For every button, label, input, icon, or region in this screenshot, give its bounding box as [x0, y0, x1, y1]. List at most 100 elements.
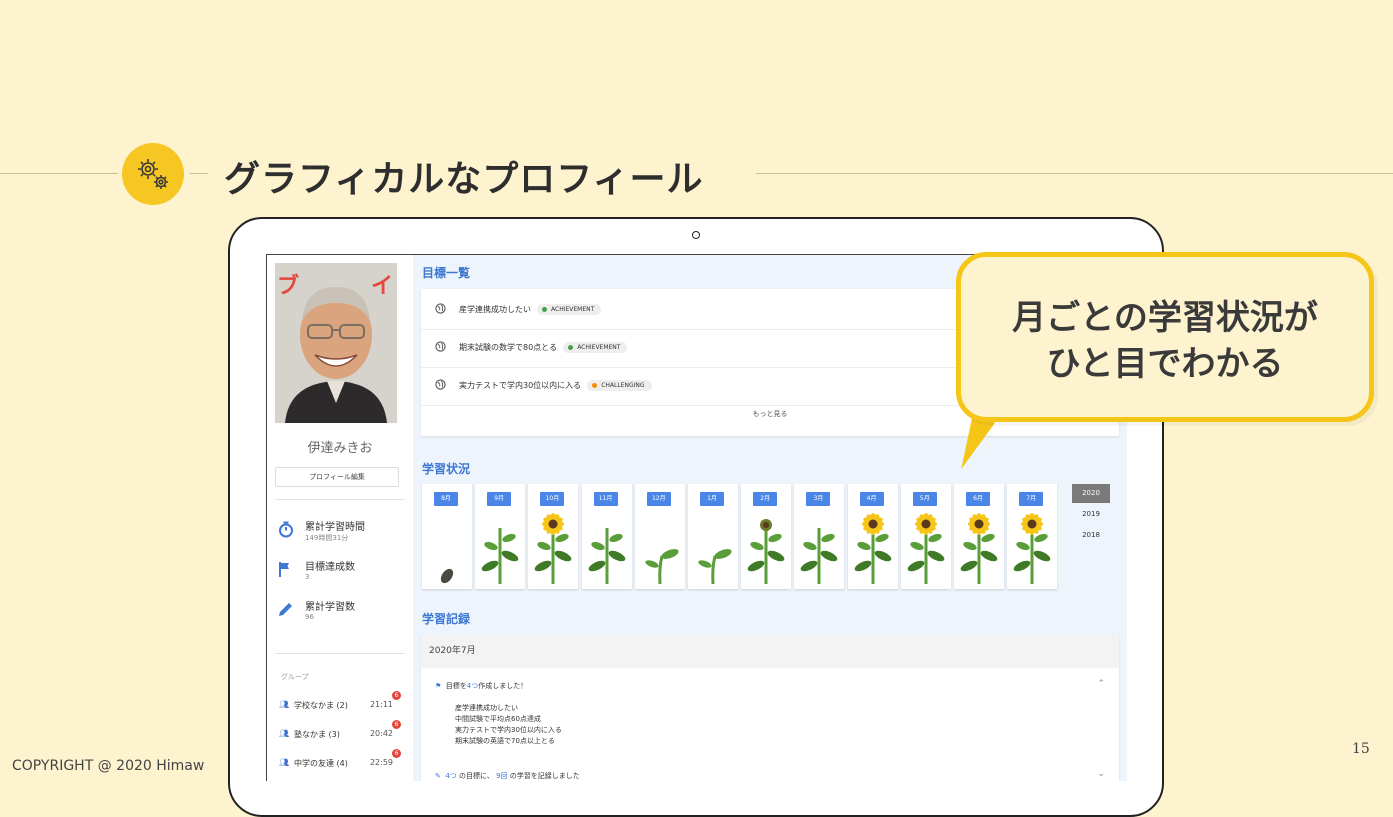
pencil-icon [279, 603, 292, 616]
stat-goals-achieved: 目標達成数 3 [275, 556, 405, 590]
user-name: 伊達みきお [307, 441, 373, 456]
stat-value: 149時間31分 [305, 534, 349, 542]
month-label: 3月 [806, 492, 831, 506]
status-chip: CHALLENGING [587, 380, 652, 391]
record-goal-line: 中間試験で平均点60点達成 [455, 715, 541, 723]
month-label: 2月 [753, 492, 778, 506]
goal-text: 産学連携成功したい [459, 305, 531, 314]
status-label: ACHIEVEMENT [577, 344, 621, 351]
groups-header: グループ [281, 673, 309, 681]
records-month-header: 2020年7月 [421, 635, 1119, 668]
title-rule-mid [190, 173, 208, 174]
group-time: 20:42 [369, 729, 393, 738]
month-card[interactable]: 7月 [1007, 484, 1058, 589]
month-card[interactable]: 5月 [900, 484, 951, 589]
stat-value: 96 [305, 613, 314, 621]
flag-icon: ⚑ [435, 682, 442, 690]
group-name: 塾なかま (3) [294, 730, 340, 739]
status-dot [592, 383, 598, 388]
record-text-suffix: の学習を記録しました [509, 772, 580, 780]
stat-label: 累計学習数 [305, 602, 355, 613]
stat-value: 3 [305, 573, 310, 581]
year-option[interactable]: 2018 [1072, 526, 1110, 545]
records-panel: 2020年7月 ⚑ 目標を4つ作成しました！ ⌃ 産学連携成功したい 中間試験で… [421, 635, 1119, 781]
unread-badge: 6 [392, 691, 401, 700]
flag-icon [279, 562, 289, 577]
status-chip: ACHIEVEMENT [537, 304, 602, 315]
stat-total-time: 累計学習時間 149時間31分 [275, 516, 405, 550]
record-goal-list: 産学連携成功したい 中間試験で平均点60点達成 実力テストで学内30位以内に入る… [455, 703, 562, 747]
month-label: 1月 [700, 492, 724, 506]
record-goal-line: 産学連携成功したい [455, 704, 518, 712]
month-label: 12月 [646, 492, 671, 506]
goals-title: 目標一覧 [422, 266, 471, 280]
month-card[interactable]: 12月 [634, 484, 685, 589]
status-label: CHALLENGING [601, 382, 645, 389]
month-card[interactable]: 4月 [847, 484, 898, 589]
record-item[interactable]: ⚑ 目標を4つ作成しました！ [435, 681, 527, 691]
callout-box: 月ごとの学習状況が ひと目でわかる [956, 252, 1374, 422]
month-label: 8月 [434, 492, 458, 506]
unread-badge: 6 [392, 749, 401, 758]
year-option[interactable]: 2020 [1072, 484, 1110, 503]
page-number: 15 [1352, 741, 1370, 757]
group-name: 中学の友達 (4) [294, 759, 348, 768]
slide-title: グラフィカルなプロフィール [224, 159, 704, 200]
month-card[interactable]: 2月 [741, 484, 792, 589]
group-name: 学校なかま (2) [294, 701, 348, 710]
month-card[interactable]: 10月 [528, 484, 579, 589]
callout-line-2: ひと目でわかる [1046, 344, 1284, 384]
study-status-title: 学習状況 [422, 462, 471, 476]
month-card[interactable]: 11月 [581, 484, 632, 589]
month-label: 6月 [966, 492, 990, 506]
profile-sidebar: ブ イ 伊達みきお プロフィール編集 累計学習時間 149時間31分 目標達成数 [267, 255, 413, 781]
status-dot [542, 307, 547, 312]
callout-line-1: 月ごとの学習状況が [1012, 298, 1318, 338]
month-label: 4月 [859, 492, 884, 506]
record-text: の目標に、 [459, 772, 494, 780]
gears-icon [122, 143, 184, 205]
sidebar-divider [275, 499, 405, 500]
group-icon: 👥︎ [279, 729, 290, 738]
globe-icon [435, 341, 446, 352]
month-card[interactable]: 1月 [688, 484, 738, 589]
svg-text:イ: イ [371, 274, 393, 299]
goal-text: 期末試験の数学で80点とる [459, 343, 558, 352]
month-card[interactable]: 3月 [794, 484, 845, 589]
record-goal-line: 期末試験の英語で70点以上とる [455, 737, 555, 745]
pencil-icon: ✎ [435, 772, 441, 780]
month-label: 7月 [1019, 492, 1044, 506]
goal-text: 実力テストで学内30位以内に入る [459, 381, 582, 390]
svg-text:ブ: ブ [277, 273, 299, 299]
record-text-prefix: 目標を [445, 682, 467, 690]
year-option[interactable]: 2019 [1072, 505, 1110, 524]
month-label: 9月 [487, 492, 512, 506]
month-card[interactable]: 8月 [422, 484, 472, 589]
record-text-suffix: 作成しました！ [478, 682, 528, 690]
month-label: 5月 [912, 492, 937, 506]
group-icon: 👥︎ [279, 758, 290, 767]
globe-icon [435, 303, 446, 314]
status-label: ACHIEVEMENT [551, 306, 595, 313]
sidebar-divider [275, 653, 405, 654]
status-dot [568, 345, 574, 350]
copyright-text: COPYRIGHT @ 2020 Himaw [12, 758, 205, 774]
title-rule-left [0, 173, 118, 174]
group-item[interactable]: 👥︎ 塾なかま (3) 20:42 6 [279, 720, 401, 741]
timer-icon [279, 521, 293, 538]
record-goal-line: 実力テストで学内30位以内に入る [455, 726, 562, 734]
record-count: 4つ [466, 682, 479, 690]
group-icon: 👥︎ [279, 700, 290, 709]
record-count: 9回 [496, 772, 508, 780]
month-card[interactable]: 9月 [475, 484, 526, 589]
records-title: 学習記録 [422, 612, 471, 626]
chevron-down-icon[interactable]: ⌄ [1097, 769, 1105, 779]
group-item[interactable]: 👥︎ 中学の友達 (4) 22:59 6 [279, 749, 401, 770]
month-card[interactable]: 6月 [954, 484, 1004, 589]
unread-badge: 6 [392, 720, 401, 729]
month-label: 10月 [540, 492, 565, 506]
edit-profile-button[interactable]: プロフィール編集 [275, 467, 399, 487]
group-item[interactable]: 👥︎ 学校なかま (2) 21:11 6 [279, 691, 401, 712]
chevron-up-icon[interactable]: ⌃ [1097, 679, 1105, 689]
title-rule-right [756, 173, 1393, 174]
